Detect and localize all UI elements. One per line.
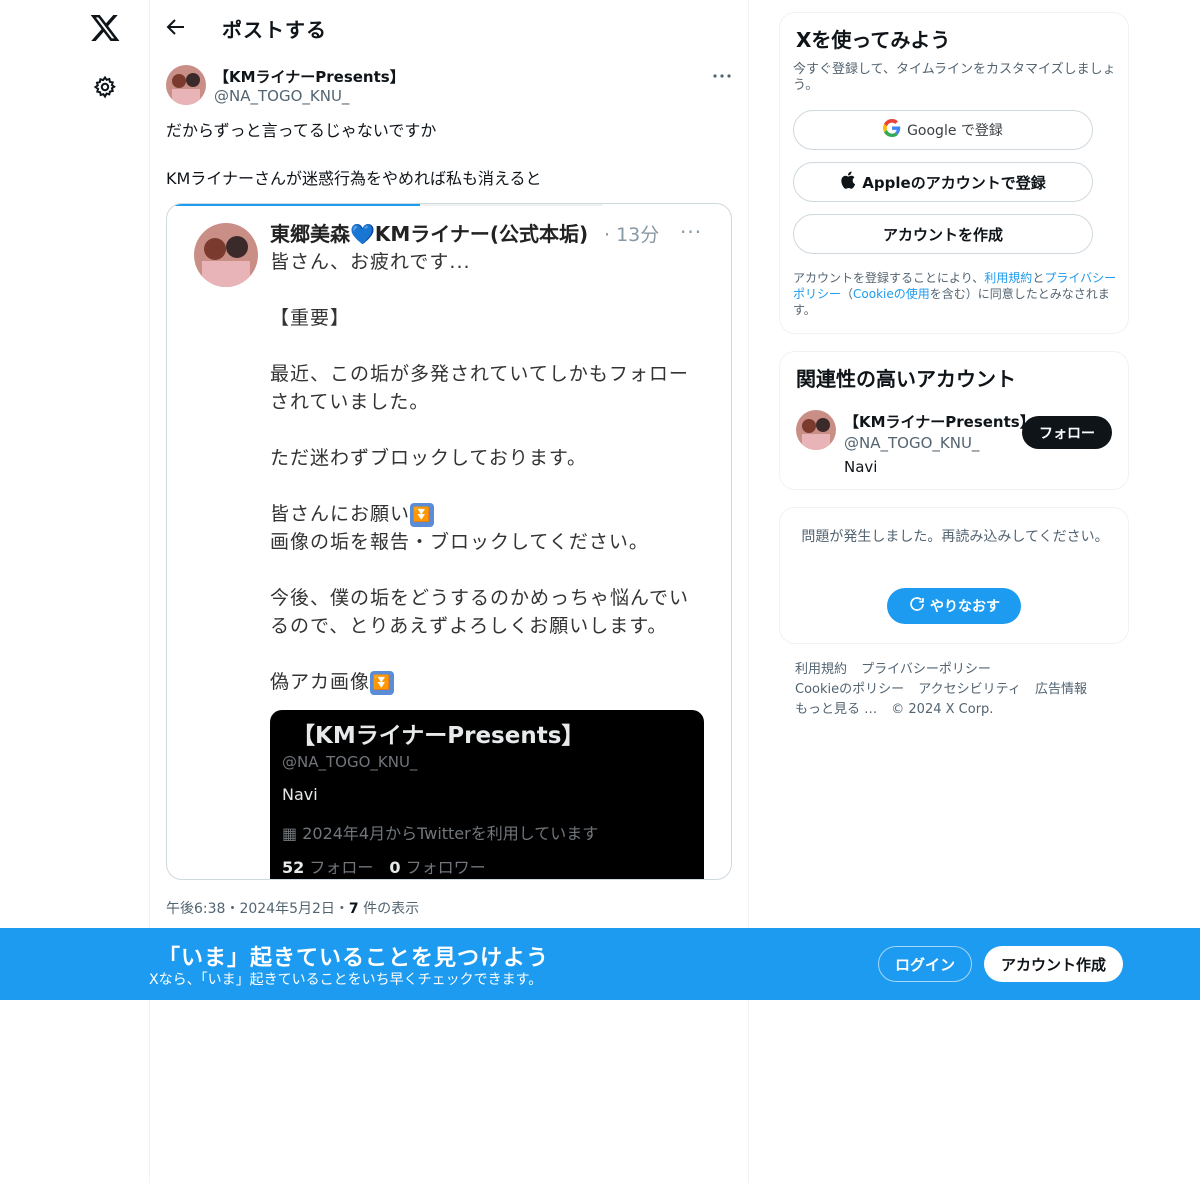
create-account-button[interactable]: アカウントを作成 [793, 214, 1093, 254]
footer-link[interactable]: 広告情報 [1035, 682, 1087, 697]
calendar-icon: ▦ [282, 824, 303, 843]
screenshot-body-intro: 皆さん、お疲れです... 【重要】 最近、この垢が多発されていてしかもフォロー … [270, 251, 689, 525]
footer-link[interactable]: アクセシビリティ [918, 682, 1021, 697]
related-account-handle[interactable]: @NA_TOGO_KNU_ [844, 434, 979, 452]
terms-prefix: アカウントを登録することにより、 [793, 271, 985, 285]
refresh-icon [908, 595, 926, 617]
views-count: 7 [348, 901, 359, 917]
related-accounts-card: 関連性の高いアカウント 【KMライナーPresents】 @NA_TOGO_KN… [779, 351, 1129, 490]
media-progress-fill [167, 204, 420, 206]
apple-signup-label: Appleのアカウントで登録 [862, 173, 1046, 192]
google-icon [883, 119, 901, 141]
x-logo-icon[interactable] [89, 12, 121, 44]
terms-notice: アカウントを登録することにより、利用規約とプライバシーポリシー（Cookieの使… [793, 270, 1121, 318]
error-card: 問題が発生しました。再読み込みしてください。 やりなおす [779, 507, 1129, 644]
copyright: © 2024 X Corp. [891, 702, 994, 717]
screenshot-body-mid: 画像の垢を報告・ブロックしてください。 今後、僕の垢をどうするのかめっちゃ悩んで… [270, 531, 690, 693]
fake-account-follow-stats: 52 フォロー 0 フォロワー [282, 854, 486, 878]
post-text: だからずっと言ってるじゃないですか KMライナーさんが迷惑行為をやめれば私も消え… [166, 121, 542, 188]
terms-link[interactable]: 利用規約 [984, 271, 1032, 285]
media-progress-bar [167, 204, 603, 206]
post-time[interactable]: 午後6:38 [166, 901, 225, 917]
post-metadata: 午後6:38・2024年5月2日・7 件の表示 [166, 898, 419, 918]
retry-label: やりなおす [930, 599, 1000, 615]
followers-count: 0 [389, 858, 401, 877]
retry-button[interactable]: やりなおす [887, 588, 1021, 624]
banner-title: 「いま」起きていることを見つけよう [158, 946, 550, 971]
fake-account-bio: Navi [282, 785, 318, 804]
fake-account-card: 【KMライナーPresents】 @NA_TOGO_KNU_ Navi ▦ 20… [270, 710, 704, 879]
login-button[interactable]: ログイン [878, 946, 972, 982]
meta-separator: ・ [334, 901, 349, 917]
signup-title: Xを使ってみよう [796, 28, 951, 52]
related-account-name[interactable]: 【KMライナーPresents】 [844, 411, 1035, 432]
related-title: 関連性の高いアカウント [796, 367, 1016, 391]
screenshot-avatar [194, 223, 258, 287]
following-count: 52 [282, 858, 305, 877]
signup-button[interactable]: アカウント作成 [984, 946, 1123, 982]
avatar[interactable] [166, 65, 206, 105]
views-label: 件の表示 [363, 901, 420, 917]
main-column: ポストする 【KMライナーPresents】 @NA_TOGO_KNU_ だから… [150, 0, 749, 1183]
banner-subtitle: Xなら、「いま」起きていることをいち早くチェックできます。 [149, 972, 543, 988]
post-date[interactable]: 2024年5月2日 [239, 901, 334, 917]
more-options-icon[interactable] [710, 64, 734, 88]
followers-label: フォロワー [405, 858, 486, 877]
screenshot-time: · 13分 [604, 224, 660, 246]
error-message: 問題が発生しました。再読み込みしてください。 [801, 529, 1109, 545]
fake-account-handle: @NA_TOGO_KNU_ [282, 753, 418, 771]
screenshot-more-icon: ··· [680, 220, 703, 244]
apple-icon [840, 171, 856, 193]
apple-signup-button[interactable]: Appleのアカウントで登録 [793, 162, 1093, 202]
footer-link[interactable]: Cookieのポリシー [795, 682, 904, 697]
signup-card: Xを使ってみよう 今すぐ登録して、タイムラインをカスタマイズしましょう。 Goo… [779, 12, 1129, 334]
footer-link[interactable]: もっと見る … [795, 702, 877, 717]
related-account-bio: Navi [844, 458, 878, 476]
terms-mid: （ [841, 287, 854, 301]
page-header: ポストする [150, 0, 749, 53]
signup-subtitle: 今すぐ登録して、タイムラインをカスタマイズしましょう。 [793, 62, 1116, 93]
google-signup-label: Google で登録 [907, 123, 1003, 139]
screenshot-author-name: 東郷美森💙KMライナー(公式本垢) [270, 222, 589, 246]
down-arrow-emoji-icon: ⏬ [410, 502, 435, 527]
left-nav [0, 0, 150, 1183]
gear-icon[interactable] [93, 75, 117, 99]
fake-account-joined: ▦ 2024年4月からTwitterを利用しています [282, 820, 598, 844]
meta-separator: ・ [225, 901, 240, 917]
cookie-link[interactable]: Cookieの使用 [853, 287, 930, 301]
terms-and: と [1032, 271, 1045, 285]
author-name[interactable]: 【KMライナーPresents】 [214, 66, 405, 87]
post-media[interactable]: 東郷美森💙KMライナー(公式本垢) · 13分 ··· 皆さん、お疲れです...… [166, 203, 732, 880]
google-signup-button[interactable]: Google で登録 [793, 110, 1093, 150]
follow-button[interactable]: フォロー [1022, 416, 1112, 449]
bottom-banner: 「いま」起きていることを見つけよう Xなら、「いま」起きていることをいち早くチェ… [0, 928, 1200, 1000]
arrow-left-icon[interactable] [164, 15, 188, 39]
footer-link[interactable]: プライバシーポリシー [861, 662, 991, 677]
fake-account-name: 【KMライナーPresents】 [292, 723, 585, 749]
footer-link[interactable]: 利用規約 [795, 662, 847, 677]
following-label: フォロー [309, 858, 374, 877]
avatar[interactable] [796, 410, 836, 450]
fake-account-joined-text: 2024年4月からTwitterを利用しています [302, 824, 599, 843]
footer-links: 利用規約 プライバシーポリシー Cookieのポリシー アクセシビリティ 広告情… [795, 660, 1125, 720]
author-handle[interactable]: @NA_TOGO_KNU_ [214, 87, 349, 105]
page-title: ポストする [222, 18, 327, 42]
down-arrow-emoji-icon: ⏬ [370, 670, 395, 695]
screenshot-body: 皆さん、お疲れです... 【重要】 最近、この垢が多発されていてしかもフォロー … [270, 248, 710, 696]
